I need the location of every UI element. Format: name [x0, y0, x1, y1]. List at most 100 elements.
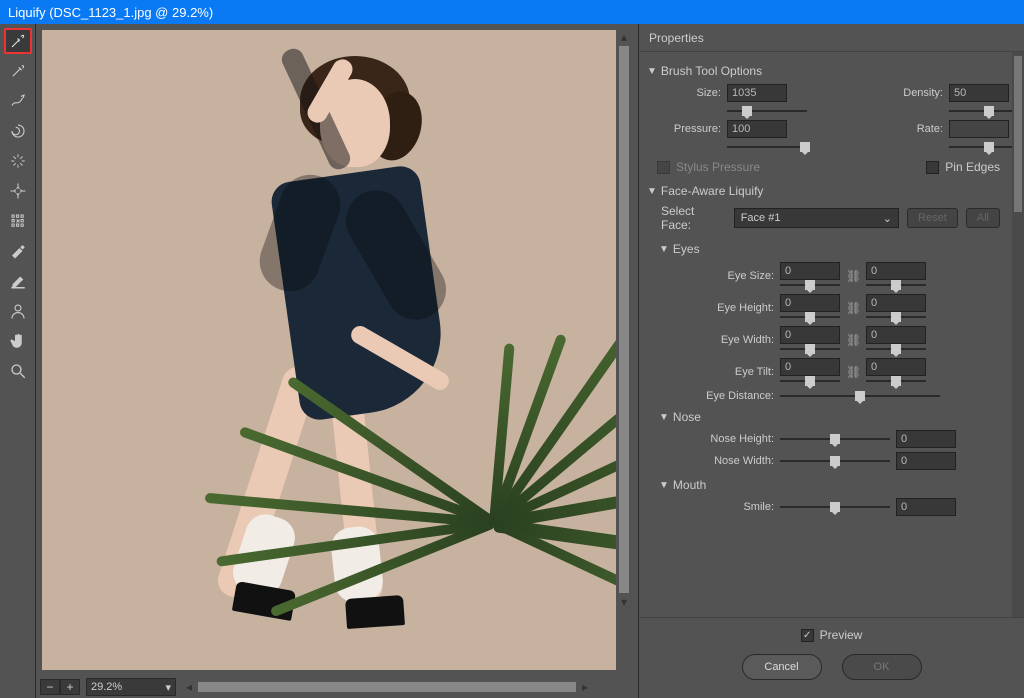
eye-tilt-left-slider[interactable] — [780, 376, 840, 386]
all-button[interactable]: All — [966, 208, 1000, 228]
select-face-dropdown[interactable]: Face #1⌄ — [734, 208, 899, 228]
smile-slider[interactable] — [780, 502, 890, 512]
section-label: Mouth — [673, 478, 706, 492]
eye-size-left-field[interactable]: 0 — [780, 262, 840, 280]
nose-width-field[interactable]: 0 — [896, 452, 956, 470]
face-aware-section[interactable]: ▼ Face-Aware Liquify — [647, 184, 1000, 198]
properties-scrollbar[interactable] — [1012, 52, 1024, 617]
twirl-tool[interactable] — [4, 118, 32, 144]
chevron-down-icon: ▾ — [165, 681, 171, 694]
canvas-vertical-scrollbar[interactable]: ▴ ▾ — [616, 30, 632, 670]
eye-width-right-slider[interactable] — [866, 344, 926, 354]
brush-options-section[interactable]: ▼ Brush Tool Options — [647, 64, 1000, 78]
zoom-out-button[interactable]: − — [40, 679, 60, 695]
canvas-horizontal-scrollbar[interactable]: ◂ ▸ — [182, 680, 634, 694]
eye-tilt-label: Eye Tilt: — [659, 366, 774, 378]
preview-label: Preview — [820, 628, 863, 642]
rate-field[interactable] — [949, 120, 1009, 138]
freeze-mask-tool[interactable] — [4, 238, 32, 264]
zoom-in-button[interactable]: + — [60, 679, 80, 695]
nose-width-slider[interactable] — [780, 456, 890, 466]
scroll-left-arrow[interactable]: ◂ — [182, 680, 196, 694]
cancel-button[interactable]: Cancel — [742, 654, 822, 680]
link-icon[interactable]: ⛓ — [846, 269, 860, 283]
section-label: Eyes — [673, 242, 700, 256]
reconstruct-tool[interactable] — [4, 58, 32, 84]
scroll-thumb[interactable] — [619, 46, 629, 593]
hand-tool[interactable] — [4, 328, 32, 354]
nose-section[interactable]: ▼ Nose — [659, 410, 1000, 424]
reset-button[interactable]: Reset — [907, 208, 958, 228]
scroll-right-arrow[interactable]: ▸ — [578, 680, 592, 694]
canvas-area: ▴ ▾ − + 29.2% ▾ ◂ ▸ — [36, 24, 638, 698]
eye-tilt-right-slider[interactable] — [866, 376, 926, 386]
thaw-mask-tool[interactable] — [4, 268, 32, 294]
main-layout: ▴ ▾ − + 29.2% ▾ ◂ ▸ Properties — [0, 24, 1024, 698]
smooth-tool[interactable] — [4, 88, 32, 114]
pin-edges-checkbox[interactable] — [926, 161, 939, 174]
eye-width-label: Eye Width: — [659, 334, 774, 346]
pucker-tool[interactable] — [4, 148, 32, 174]
scroll-up-arrow[interactable]: ▴ — [617, 30, 631, 44]
stylus-pressure-label: Stylus Pressure — [676, 160, 760, 174]
rate-slider[interactable] — [949, 142, 1012, 152]
eye-size-right-slider[interactable] — [866, 280, 926, 290]
mouth-section[interactable]: ▼ Mouth — [659, 478, 1000, 492]
forward-warp-tool[interactable] — [4, 28, 32, 54]
window-title: Liquify (DSC_1123_1.jpg @ 29.2%) — [8, 5, 213, 20]
properties-footer: Preview Cancel OK — [639, 617, 1024, 698]
eye-height-left-slider[interactable] — [780, 312, 840, 322]
scroll-thumb[interactable] — [198, 682, 576, 692]
section-label: Face-Aware Liquify — [661, 184, 764, 198]
nose-height-field[interactable]: 0 — [896, 430, 956, 448]
size-slider[interactable] — [727, 106, 807, 116]
eyes-section[interactable]: ▼ Eyes — [659, 242, 1000, 256]
face-tool[interactable] — [4, 298, 32, 324]
eye-width-right-field[interactable]: 0 — [866, 326, 926, 344]
link-icon[interactable]: ⛓ — [846, 333, 860, 347]
bloat-tool[interactable] — [4, 178, 32, 204]
properties-header: Properties — [639, 24, 1024, 52]
pressure-label: Pressure: — [657, 123, 721, 135]
ok-button[interactable]: OK — [842, 654, 922, 680]
link-icon[interactable]: ⛓ — [846, 365, 860, 379]
nose-height-label: Nose Height: — [659, 433, 774, 445]
disclosure-triangle-icon: ▼ — [659, 244, 669, 255]
eye-width-left-slider[interactable] — [780, 344, 840, 354]
size-field[interactable]: 1035 — [727, 84, 787, 102]
chevron-down-icon: ⌄ — [883, 212, 892, 225]
section-label: Nose — [673, 410, 701, 424]
zoom-tool[interactable] — [4, 358, 32, 384]
eye-size-left-slider[interactable] — [780, 280, 840, 290]
density-slider[interactable] — [949, 106, 1012, 116]
eye-tilt-left-field[interactable]: 0 — [780, 358, 840, 376]
density-label: Density: — [889, 87, 943, 99]
push-left-tool[interactable] — [4, 208, 32, 234]
density-field[interactable]: 50 — [949, 84, 1009, 102]
nose-width-label: Nose Width: — [659, 455, 774, 467]
eye-size-right-field[interactable]: 0 — [866, 262, 926, 280]
zoom-level-value: 29.2% — [91, 681, 122, 693]
size-label: Size: — [657, 87, 721, 99]
eye-height-left-field[interactable]: 0 — [780, 294, 840, 312]
eye-distance-slider[interactable] — [780, 391, 940, 401]
eye-size-label: Eye Size: — [659, 270, 774, 282]
scroll-down-arrow[interactable]: ▾ — [617, 595, 631, 609]
stylus-pressure-checkbox[interactable] — [657, 161, 670, 174]
pressure-field[interactable]: 100 — [727, 120, 787, 138]
eye-tilt-right-field[interactable]: 0 — [866, 358, 926, 376]
nose-height-slider[interactable] — [780, 434, 890, 444]
rate-label: Rate: — [889, 123, 943, 135]
eye-width-left-field[interactable]: 0 — [780, 326, 840, 344]
eye-height-right-field[interactable]: 0 — [866, 294, 926, 312]
eye-distance-label: Eye Distance: — [659, 390, 774, 402]
preview-checkbox[interactable] — [801, 629, 814, 642]
document-canvas[interactable] — [42, 30, 616, 670]
disclosure-triangle-icon: ▼ — [659, 412, 669, 423]
eye-height-right-slider[interactable] — [866, 312, 926, 322]
zoom-level-select[interactable]: 29.2% ▾ — [86, 678, 176, 696]
smile-field[interactable]: 0 — [896, 498, 956, 516]
pressure-slider[interactable] — [727, 142, 807, 152]
link-icon[interactable]: ⛓ — [846, 301, 860, 315]
select-face-label: Select Face: — [661, 204, 726, 232]
